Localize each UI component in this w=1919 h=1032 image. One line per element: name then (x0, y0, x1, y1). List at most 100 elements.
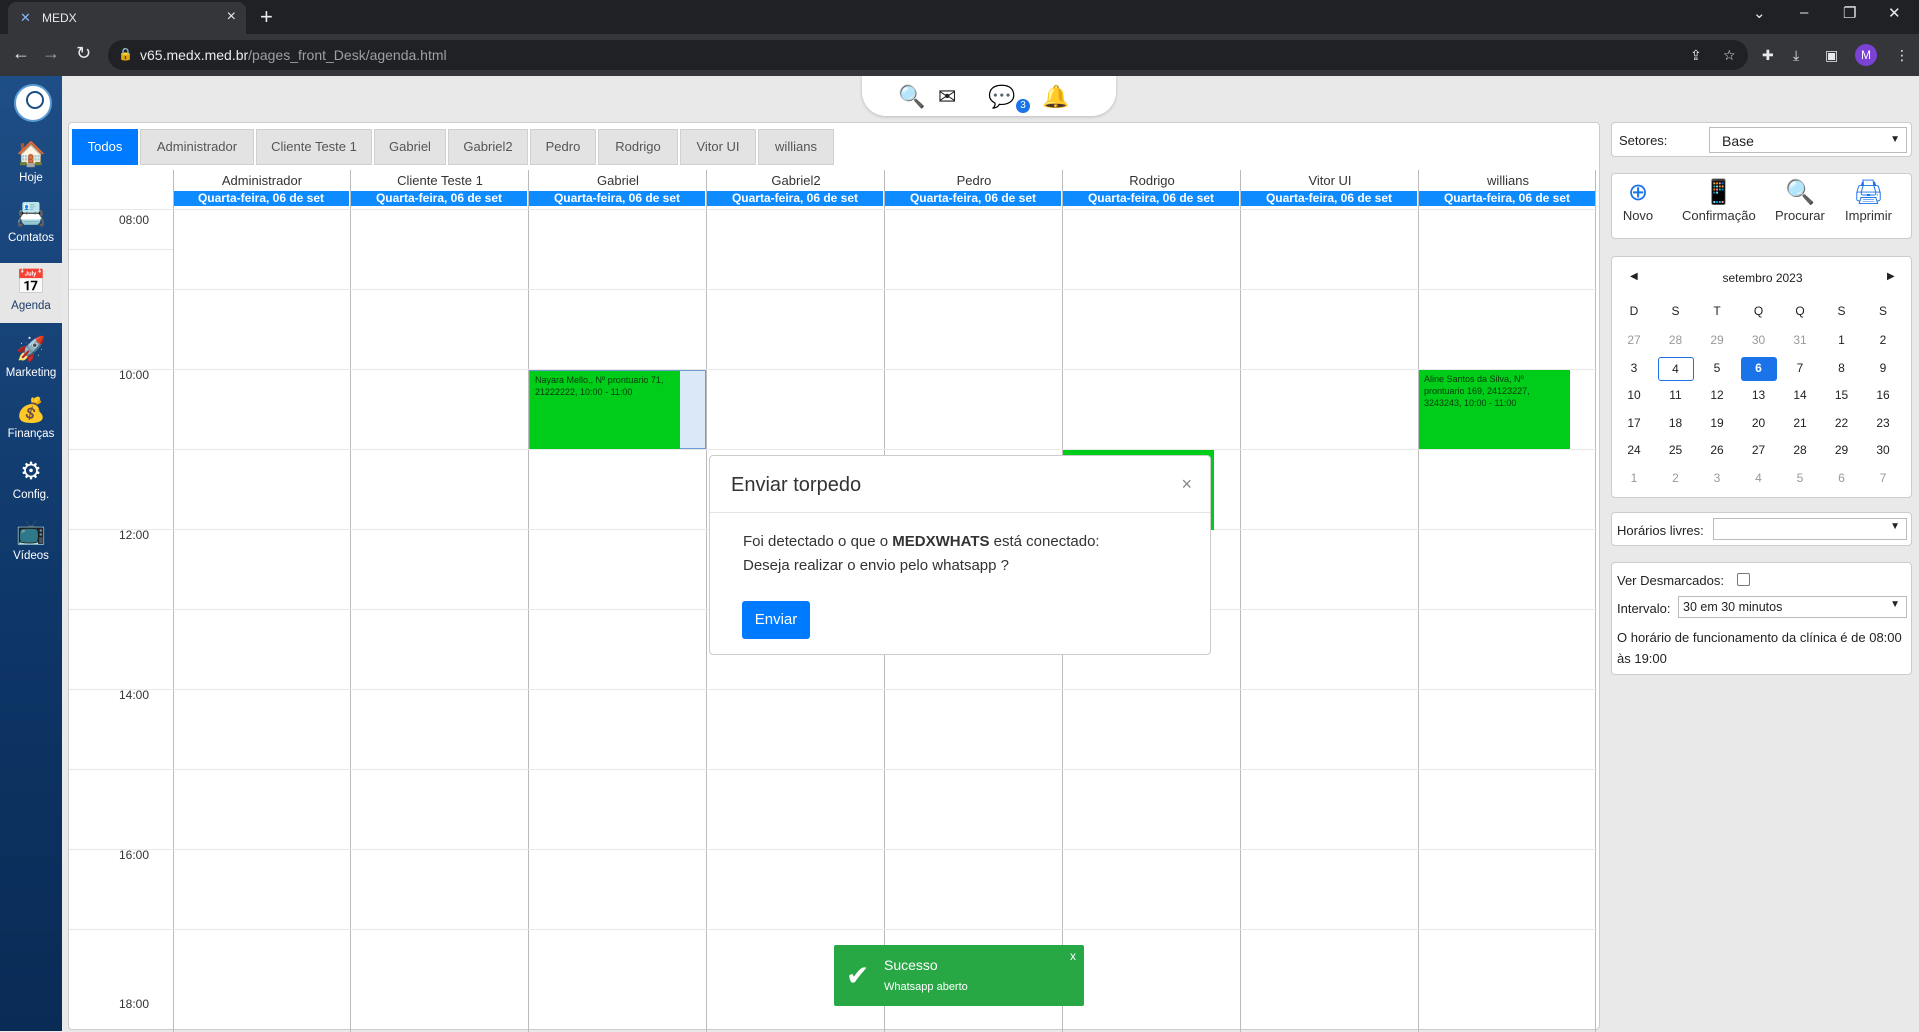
search-icon[interactable]: 🔍 (898, 84, 925, 110)
tab-cliente-teste-1[interactable]: Cliente Teste 1 (256, 129, 372, 165)
calendar-day[interactable]: 28 (1658, 329, 1694, 353)
tab-administrador[interactable]: Administrador (140, 129, 254, 165)
calendar-day[interactable]: 2 (1865, 329, 1901, 353)
forward-icon[interactable]: → (42, 43, 60, 64)
calendar-day[interactable]: 27 (1741, 439, 1777, 463)
month-title: setembro 2023 (1722, 271, 1803, 285)
tab-vitor-ui[interactable]: Vitor UI (680, 129, 756, 165)
new-tab-icon[interactable]: + (260, 4, 273, 30)
calendar-day[interactable]: 11 (1658, 384, 1694, 408)
minimize-icon[interactable]: – (1800, 4, 1808, 21)
calendar-day[interactable]: 14 (1782, 384, 1818, 408)
tab-gabriel[interactable]: Gabriel (374, 129, 446, 165)
browser-tab[interactable]: ✕ MEDX × (8, 2, 246, 34)
calendar-day[interactable]: 4 (1657, 356, 1694, 381)
calendar-day[interactable]: 15 (1824, 384, 1860, 408)
sidebar-item-financas[interactable]: 💰 Finanças (0, 396, 62, 440)
novo-button[interactable]: ⊕ Novo (1622, 178, 1654, 223)
calendar-day[interactable]: 1 (1824, 329, 1860, 353)
reload-icon[interactable]: ↻ (76, 43, 91, 64)
horarios-select[interactable]: ▼ (1713, 518, 1907, 540)
sidebar-item-videos[interactable]: 📺 Vídeos (0, 518, 62, 562)
tab-pedro[interactable]: Pedro (530, 129, 596, 165)
next-month-icon[interactable]: ▶ (1887, 271, 1895, 282)
sidebar-item-config[interactable]: ⚙ Config. (0, 457, 62, 501)
calendar-day[interactable]: 20 (1741, 412, 1777, 436)
procurar-button[interactable]: 🔍 Procurar (1775, 178, 1825, 223)
appointment-event[interactable]: Nayara Mello,, Nº prontuario 71, 2122222… (530, 371, 680, 449)
calendar-day[interactable]: 5 (1782, 467, 1818, 491)
calendar-day[interactable]: 3 (1616, 357, 1652, 381)
bookmark-star-icon[interactable]: ☆ (1723, 47, 1736, 64)
grid-divider (350, 170, 351, 1032)
tab-willians[interactable]: willians (758, 129, 834, 165)
calendar-day[interactable]: 27 (1616, 329, 1652, 353)
calendar-day[interactable]: 9 (1865, 357, 1901, 381)
download-icon[interactable]: ⤓ (1793, 47, 1799, 64)
toast-close-icon[interactable]: x (1070, 949, 1076, 963)
calendar-day[interactable]: 4 (1741, 467, 1777, 491)
menu-kebab-icon[interactable]: ⋮ (1895, 47, 1909, 64)
back-icon[interactable]: ← (12, 43, 30, 64)
calendar-day[interactable]: 6 (1740, 356, 1777, 381)
tab-gabriel2[interactable]: Gabriel2 (448, 129, 528, 165)
calendar-day[interactable]: 22 (1824, 412, 1860, 436)
calendar-day[interactable]: 19 (1699, 412, 1735, 436)
calendar-day[interactable]: 17 (1616, 412, 1652, 436)
calendar-day[interactable]: 26 (1699, 439, 1735, 463)
tab-close-icon[interactable]: × (227, 8, 236, 26)
calendar-day[interactable]: 2 (1658, 467, 1694, 491)
sidebar-item-hoje[interactable]: 🏠 Hoje (0, 140, 62, 184)
intervalo-select[interactable]: 30 em 30 minutos ▼ (1678, 596, 1907, 618)
calendar-day[interactable]: 12 (1699, 384, 1735, 408)
sidebar-item-agenda[interactable]: 📅 Agenda (0, 263, 62, 323)
share-icon[interactable]: ⇪ (1690, 47, 1702, 64)
calendar-day[interactable]: 18 (1658, 412, 1694, 436)
confirmacao-button[interactable]: 📱 Confirmação (1682, 178, 1756, 223)
calendar-day[interactable]: 8 (1824, 357, 1860, 381)
imprimir-button[interactable]: 🖨 Imprimir (1845, 178, 1892, 223)
calendar-day[interactable]: 13 (1741, 384, 1777, 408)
mail-icon[interactable]: ✉ (938, 84, 956, 110)
tab-todos[interactable]: Todos (72, 129, 138, 165)
setores-select[interactable]: Base ▼ (1709, 127, 1907, 153)
sidebar-item-marketing[interactable]: 🚀 Marketing (0, 335, 62, 379)
calendar-day[interactable]: 10 (1616, 384, 1652, 408)
send-button[interactable]: Enviar (742, 601, 810, 639)
chat-icon[interactable]: 💬 (988, 84, 1015, 110)
calendar-day[interactable]: 31 (1782, 329, 1818, 353)
restore-icon[interactable]: ❐ (1843, 4, 1856, 22)
extensions-icon[interactable]: ✚ (1762, 47, 1774, 64)
tab-search-icon[interactable]: ⌄ (1753, 4, 1766, 22)
calendar-day[interactable]: 1 (1616, 467, 1652, 491)
calendar-day[interactable]: 30 (1865, 439, 1901, 463)
calendar-day[interactable]: 28 (1782, 439, 1818, 463)
calendar-day[interactable]: 7 (1782, 357, 1818, 381)
sidebar-item-contatos[interactable]: 📇 Contatos (0, 200, 62, 244)
calendar-day[interactable]: 6 (1824, 467, 1860, 491)
gear-icon: ⚙ (20, 458, 42, 485)
window-close-icon[interactable]: ✕ (1888, 4, 1901, 22)
calendar-day[interactable]: 23 (1865, 412, 1901, 436)
money-icon: 💰 (16, 397, 46, 424)
bell-icon[interactable]: 🔔 (1042, 84, 1069, 110)
appointment-event[interactable]: Aline Santos da Silva, Nº prontuario 169… (1419, 370, 1570, 449)
calendar-day[interactable]: 30 (1741, 329, 1777, 353)
tab-rodrigo[interactable]: Rodrigo (598, 129, 678, 165)
calendar-day[interactable]: 3 (1699, 467, 1735, 491)
side-panel-icon[interactable]: ▣ (1825, 47, 1838, 64)
calendar-day[interactable]: 29 (1824, 439, 1860, 463)
calendar-day[interactable]: 5 (1699, 357, 1735, 381)
calendar-day[interactable]: 7 (1865, 467, 1901, 491)
url-host: v65.medx.med.br (140, 47, 249, 63)
calendar-day[interactable]: 25 (1658, 439, 1694, 463)
desmarcados-checkbox[interactable] (1737, 573, 1750, 586)
calendar-day[interactable]: 24 (1616, 439, 1652, 463)
calendar-day[interactable]: 16 (1865, 384, 1901, 408)
user-avatar[interactable] (14, 84, 52, 122)
profile-avatar[interactable]: M (1855, 44, 1877, 66)
modal-close-icon[interactable]: × (1181, 474, 1192, 495)
calendar-day[interactable]: 21 (1782, 412, 1818, 436)
url-field[interactable]: 🔒 v65.medx.med.br/pages_front_Desk/agend… (108, 40, 1748, 70)
calendar-day[interactable]: 29 (1699, 329, 1735, 353)
